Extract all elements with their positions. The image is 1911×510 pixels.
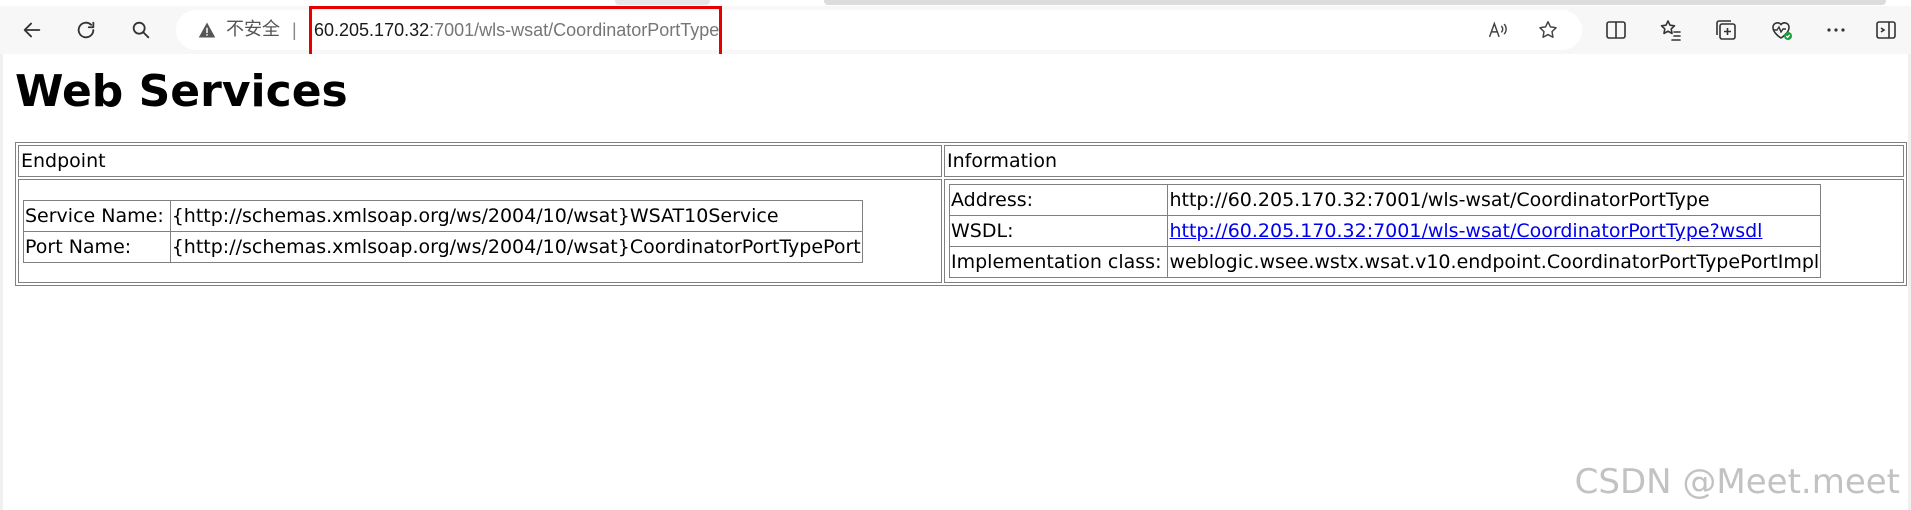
star-icon — [1539, 21, 1557, 38]
address-label: Address: — [948, 184, 1169, 216]
more-icon — [1827, 28, 1845, 32]
security-label[interactable]: 不安全 — [226, 20, 280, 40]
browser-essentials-button[interactable] — [1765, 14, 1797, 46]
page-title: Web Services — [15, 66, 348, 117]
favorites-list-icon — [1660, 20, 1681, 41]
split-screen-button[interactable] — [1600, 14, 1632, 46]
endpoint-details: Service Name: {http://schemas.xmlsoap.or… — [23, 199, 863, 263]
endpoint-header: Endpoint — [18, 145, 942, 177]
address-separator: | — [292, 20, 297, 40]
information-cell: Address: http://60.205.170.32:7001/wls-w… — [944, 179, 1904, 283]
search-icon — [132, 21, 150, 39]
url-input[interactable]: 60.205.170.32:7001/wls-wsat/CoordinatorP… — [314, 20, 719, 40]
collections-icon — [1716, 20, 1736, 40]
favorites-button[interactable] — [1655, 14, 1687, 46]
tab[interactable] — [615, 0, 710, 5]
page-content: Web Services Endpoint Information Servic… — [0, 54, 1911, 510]
more-button[interactable] — [1820, 14, 1852, 46]
refresh-button[interactable] — [68, 12, 104, 48]
implementation-class-value: weblogic.wsee.wstx.wsat.v10.endpoint.Coo… — [1167, 246, 1822, 278]
service-name-value: {http://schemas.xmlsoap.org/ws/2004/10/w… — [169, 199, 863, 232]
address-value: http://60.205.170.32:7001/wls-wsat/Coord… — [1167, 184, 1822, 216]
wsdl-label: WSDL: — [948, 215, 1169, 247]
browser-essentials-icon — [1772, 22, 1792, 40]
read-aloud-button[interactable] — [1486, 18, 1510, 42]
table-row: Service Name: {http://schemas.xmlsoap.or… — [18, 179, 1904, 283]
service-name-label: Service Name: — [23, 199, 171, 232]
split-screen-icon — [1606, 21, 1626, 39]
sidebar-button[interactable] — [1870, 14, 1902, 46]
url-path: :7001/wls-wsat/CoordinatorPortType — [429, 20, 720, 40]
search-button[interactable] — [123, 12, 159, 48]
url-host: 60.205.170.32 — [314, 20, 430, 40]
endpoint-cell: Service Name: {http://schemas.xmlsoap.or… — [18, 179, 942, 283]
refresh-icon — [77, 21, 95, 39]
collections-button[interactable] — [1710, 14, 1742, 46]
web-services-table: Endpoint Information Service Name: {http… — [15, 142, 1907, 286]
sidebar-icon — [1876, 21, 1896, 39]
watermark: CSDN @Meet.meet — [1574, 462, 1900, 502]
tab[interactable] — [824, 0, 1886, 5]
back-button[interactable] — [14, 12, 50, 48]
port-name-label: Port Name: — [23, 230, 171, 263]
port-name-value: {http://schemas.xmlsoap.org/ws/2004/10/w… — [169, 230, 863, 263]
address-bar[interactable]: 不安全 | 60.205.170.32:7001/wls-wsat/Coordi… — [176, 10, 1582, 50]
favorite-button[interactable] — [1536, 18, 1560, 42]
browser-toolbar: 不安全 | 60.205.170.32:7001/wls-wsat/Coordi… — [0, 6, 1911, 54]
back-arrow-icon — [23, 22, 41, 38]
information-header: Information — [944, 145, 1904, 177]
read-aloud-icon — [1489, 21, 1507, 38]
wsdl-link[interactable]: http://60.205.170.32:7001/wls-wsat/Coord… — [1169, 220, 1762, 242]
information-details: Address: http://60.205.170.32:7001/wls-w… — [948, 184, 1822, 278]
implementation-class-label: Implementation class: — [948, 246, 1169, 278]
warning-icon[interactable] — [198, 21, 216, 39]
table-header-row: Endpoint Information — [18, 145, 1904, 177]
